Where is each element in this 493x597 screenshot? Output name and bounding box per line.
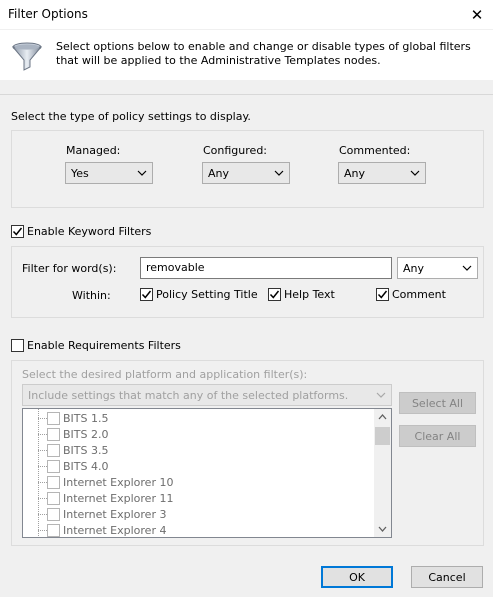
- platform-checkbox[interactable]: [47, 443, 60, 457]
- enable-keyword-label: Enable Keyword Filters: [27, 225, 152, 238]
- header-area: Select options below to enable and chang…: [0, 30, 493, 80]
- list-item[interactable]: Internet Explorer 3: [47, 506, 166, 522]
- chevron-down-icon: [410, 170, 420, 176]
- within-comment[interactable]: Comment: [376, 288, 446, 301]
- enable-keyword-filters[interactable]: Enable Keyword Filters: [11, 225, 151, 238]
- divider: [0, 94, 493, 95]
- policy-type-heading: Select the type of policy settings to di…: [11, 110, 251, 123]
- platform-checkbox[interactable]: [47, 427, 60, 441]
- close-icon: ✕: [470, 6, 484, 24]
- requirements-match-value: Include settings that match any of the s…: [28, 388, 349, 402]
- list-item[interactable]: BITS 3.5: [47, 442, 108, 458]
- policy-title-checkbox[interactable]: [140, 288, 153, 301]
- keyword-match-select[interactable]: Any: [397, 257, 478, 279]
- within-help-text[interactable]: Help Text: [268, 288, 335, 301]
- filter-words-input[interactable]: removable: [140, 257, 392, 279]
- platform-label: Internet Explorer 10: [63, 475, 174, 489]
- ok-button[interactable]: OK: [321, 566, 393, 588]
- chevron-down-icon: [137, 170, 147, 176]
- list-item[interactable]: Internet Explorer 4: [47, 522, 167, 537]
- platform-checkbox[interactable]: [47, 411, 60, 425]
- chevron-down-icon: [274, 170, 284, 176]
- list-scrollbar[interactable]: [374, 409, 391, 537]
- chevron-down-icon: [376, 392, 386, 398]
- funnel-icon: [10, 40, 44, 77]
- platform-label: BITS 1.5: [63, 411, 109, 425]
- list-item[interactable]: BITS 1.5: [47, 410, 108, 426]
- select-all-label: Select All: [411, 396, 464, 410]
- enable-requirements-label: Enable Requirements Filters: [27, 339, 181, 352]
- ok-label: OK: [349, 570, 365, 584]
- help-text-label: Help Text: [284, 288, 335, 301]
- list-item[interactable]: BITS 4.0: [47, 458, 108, 474]
- configured-label: Configured:: [203, 144, 268, 157]
- enable-requirements-filters[interactable]: Enable Requirements Filters: [11, 339, 181, 352]
- filter-words-value: removable: [146, 261, 205, 274]
- enable-requirements-checkbox[interactable]: [11, 339, 24, 352]
- configured-select[interactable]: Any: [202, 162, 290, 184]
- scroll-thumb[interactable]: [375, 427, 390, 445]
- enable-keyword-checkbox[interactable]: [11, 225, 24, 238]
- platform-checkbox[interactable]: [47, 523, 60, 537]
- requirements-instruction: Select the desired platform and applicat…: [22, 368, 308, 381]
- platform-label: BITS 4.0: [63, 459, 109, 473]
- chevron-down-icon: [462, 265, 472, 271]
- checkmark-icon: [141, 290, 152, 299]
- platform-checkbox[interactable]: [47, 459, 60, 473]
- keyword-match-value: Any: [403, 261, 425, 275]
- managed-select[interactable]: Yes: [65, 162, 153, 184]
- list-item[interactable]: Internet Explorer 11: [47, 490, 173, 506]
- checkmark-icon: [12, 227, 23, 236]
- requirements-match-select[interactable]: Include settings that match any of the s…: [22, 384, 392, 406]
- scroll-up-icon[interactable]: [378, 413, 387, 421]
- within-policy-title[interactable]: Policy Setting Title: [140, 288, 258, 301]
- platform-list[interactable]: BITS 1.5 BITS 2.0 BITS 3.5 BITS 4.0 Inte…: [22, 408, 392, 538]
- list-item[interactable]: BITS 2.0: [47, 426, 108, 442]
- platform-label: Internet Explorer 11: [63, 491, 174, 505]
- cancel-label: Cancel: [428, 570, 466, 584]
- platform-label: Internet Explorer 3: [63, 507, 167, 521]
- clear-all-label: Clear All: [414, 429, 461, 443]
- commented-label: Commented:: [339, 144, 411, 157]
- comment-label: Comment: [392, 288, 446, 301]
- list-item[interactable]: Internet Explorer 10: [47, 474, 173, 490]
- checkmark-icon: [377, 290, 388, 299]
- policy-title-label: Policy Setting Title: [156, 288, 258, 301]
- scroll-down-icon[interactable]: [378, 525, 387, 533]
- header-description: Select options below to enable and chang…: [56, 40, 471, 67]
- comment-checkbox[interactable]: [376, 288, 389, 301]
- commented-select[interactable]: Any: [338, 162, 426, 184]
- platform-checkbox[interactable]: [47, 475, 60, 489]
- platform-label: BITS 2.0: [63, 427, 109, 441]
- title-bar: Filter Options ✕: [0, 0, 493, 30]
- commented-value: Any: [344, 166, 366, 180]
- close-button[interactable]: ✕: [463, 2, 491, 28]
- managed-value: Yes: [71, 166, 89, 180]
- help-text-checkbox[interactable]: [268, 288, 281, 301]
- platform-label: BITS 3.5: [63, 443, 109, 457]
- window-title: Filter Options: [8, 7, 88, 21]
- clear-all-button[interactable]: Clear All: [399, 425, 476, 447]
- within-label: Within:: [72, 289, 111, 302]
- checkmark-icon: [269, 290, 280, 299]
- managed-label: Managed:: [66, 144, 121, 157]
- tree-lines: [38, 409, 47, 537]
- configured-value: Any: [208, 166, 230, 180]
- cancel-button[interactable]: Cancel: [411, 566, 483, 588]
- select-all-button[interactable]: Select All: [399, 392, 476, 414]
- platform-label: Internet Explorer 4: [63, 523, 167, 537]
- platform-checkbox[interactable]: [47, 507, 60, 521]
- platform-checkbox[interactable]: [47, 491, 60, 505]
- filter-words-label: Filter for word(s):: [22, 262, 117, 275]
